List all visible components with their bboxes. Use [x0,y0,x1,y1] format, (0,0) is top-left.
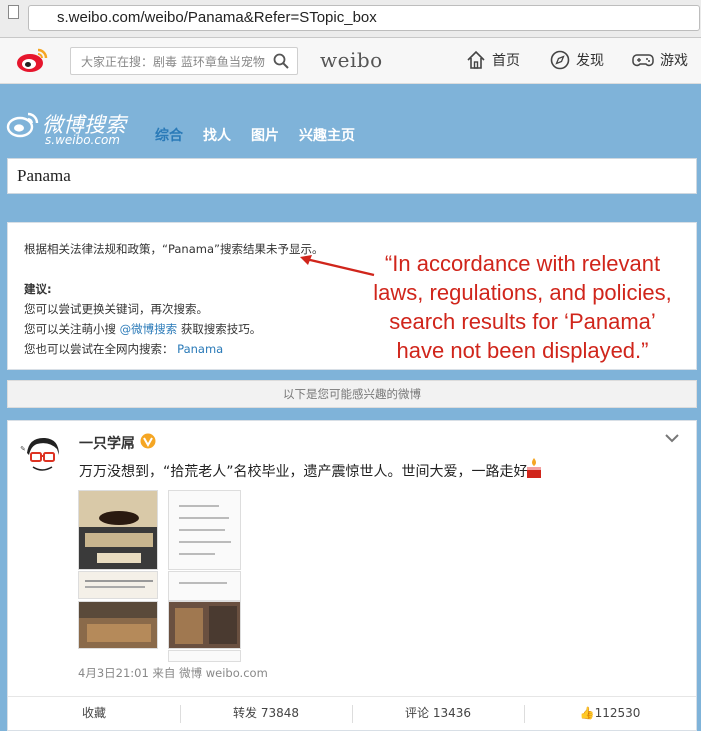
post-image-4[interactable] [168,490,241,570]
repost-button[interactable]: 转发 73848 [180,697,352,730]
post-image-1[interactable] [78,490,158,570]
nav-home[interactable]: 首页 [466,50,520,70]
suggestion-2-prefix: 您可以关注萌小搜 [24,322,116,336]
avatar-cartoon-image: ✎ [19,433,65,479]
top-search-input[interactable]: 大家正在搜：剧毒 蓝环章鱼当宠物 [70,47,298,75]
tab-comprehensive[interactable]: 综合 [155,125,183,145]
like-count: 112530 [594,706,641,720]
annotation-line-1: “In accordance with relevant [384,251,661,276]
nav-discover[interactable]: 发现 [550,50,604,70]
tab-find-people[interactable]: 找人 [203,125,231,145]
browser-address-bar: s.weibo.com/weibo/Panama&Refer=STopic_bo… [0,0,701,38]
suggestion-heading: 建议: [24,282,52,296]
post-image-6[interactable] [168,601,241,649]
gamepad-icon [632,54,654,67]
home-icon [467,50,485,69]
candle-emoji-icon [527,458,541,478]
post-image-7[interactable] [168,650,241,662]
post-username[interactable]: 一只学屌 [79,433,135,453]
nav-games[interactable]: 游戏 [632,50,688,70]
weibo-post-card: ✎ 一只学屌 万万没想到，“拾荒老人”名校毕业，遗产震惊世人。世间大爱，一路走好… [7,420,697,731]
thumbs-up-icon: 👍 [579,706,595,720]
page-icon [8,5,19,19]
search-query-text: Panama [17,166,71,185]
search-logo-subtitle: s.weibo.com [45,133,120,147]
main-search-input[interactable]: Panama [7,158,697,194]
tab-interest-pages[interactable]: 兴趣主页 [299,125,355,145]
url-text: s.weibo.com/weibo/Panama&Refer=STopic_bo… [57,9,377,26]
post-image-5[interactable] [168,571,241,601]
post-image-3[interactable] [78,601,158,649]
weibo-logo-icon[interactable] [16,46,48,74]
weibo-search-account-link[interactable]: @微博搜索 [120,322,178,336]
search-tabs: 综合 找人 图片 兴趣主页 [155,125,355,145]
verified-badge-icon [140,433,156,449]
nav-home-label: 首页 [492,53,520,69]
chevron-down-icon[interactable] [664,431,680,445]
suggestion-2: 您可以关注萌小搜 @微博搜索 获取搜索技巧。 [24,321,261,337]
favorite-button[interactable]: 收藏 [8,697,180,730]
suggestion-1: 您可以尝试更换关键词，再次搜索。 [24,302,208,316]
weibo-brand-text: weibo [320,48,383,72]
notice-message: 根据相关法律法规和政策，“Panama”搜索结果未予显示。 [24,242,324,256]
search-header: 微博搜索 s.weibo.com 综合 找人 图片 兴趣主页 [0,85,701,155]
svg-text:✎: ✎ [20,445,26,453]
avatar[interactable]: ✎ [19,433,65,479]
annotation-line-2: laws, regulations, and policies, [373,280,672,305]
annotation-line-3: search results for ‘Panama’ [389,309,656,334]
compass-icon [550,50,570,70]
suggestion-2-suffix: 获取搜索技巧。 [180,322,262,336]
weibo-search-logo-icon[interactable] [6,109,40,139]
post-image-2[interactable] [78,571,158,599]
like-button[interactable]: 👍112530 [524,697,696,730]
you-may-like-bar: 以下是您可能感兴趣的微博 [7,380,697,408]
web-search-panama-link[interactable]: Panama [177,342,223,356]
post-text: 万万没想到，“拾荒老人”名校毕业，遗产震惊世人。世间大爱，一路走好. [79,464,532,480]
suggestion-3-prefix: 您也可以尝试在全网内搜索： [24,342,174,356]
translation-annotation: “In accordance with relevant laws, regul… [350,249,695,365]
suggestion-3: 您也可以尝试在全网内搜索： Panama [24,341,223,357]
nav-games-label: 游戏 [660,53,688,69]
top-search-placeholder: 大家正在搜：剧毒 蓝环章鱼当宠物 [81,55,265,69]
post-timestamp-source[interactable]: 4月3日21:01 来自 微博 weibo.com [78,665,268,681]
nav-discover-label: 发现 [576,53,604,69]
post-action-bar: 收藏 转发 73848 评论 13436 👍112530 [8,696,696,730]
annotation-line-4: have not been displayed.” [396,338,649,363]
search-icon[interactable] [273,53,289,69]
weibo-top-nav: 大家正在搜：剧毒 蓝环章鱼当宠物 weibo 首页 发现 游戏 [0,38,701,84]
url-field[interactable]: s.weibo.com/weibo/Panama&Refer=STopic_bo… [28,5,700,31]
tab-images[interactable]: 图片 [251,125,279,145]
censorship-notice-panel: 根据相关法律法规和政策，“Panama”搜索结果未予显示。 建议: 您可以尝试更… [7,222,697,370]
comment-button[interactable]: 评论 13436 [352,697,524,730]
